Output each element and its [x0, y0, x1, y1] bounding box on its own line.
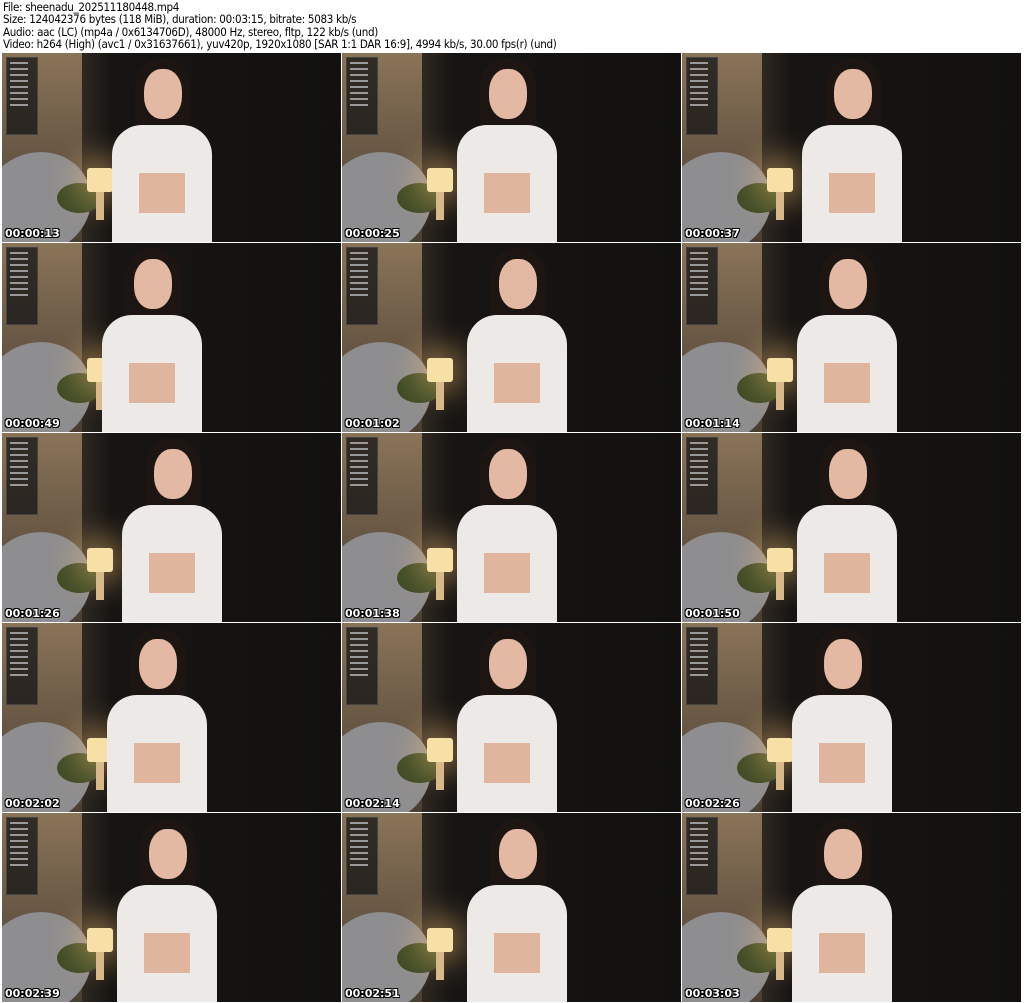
timestamp: 00:02:14 — [345, 797, 400, 810]
video-thumbnail[interactable]: 00:02:51 — [342, 813, 681, 1002]
video-thumbnail[interactable]: 00:00:49 — [2, 243, 341, 432]
video-thumbnail[interactable]: 00:01:26 — [2, 433, 341, 622]
overlay-panel — [346, 247, 378, 325]
overlay-panel — [346, 437, 378, 515]
video-thumbnail[interactable]: 00:00:25 — [342, 53, 681, 242]
lamp-base — [436, 952, 444, 980]
person — [102, 813, 232, 1002]
video-thumbnail[interactable]: 00:01:14 — [682, 243, 1021, 432]
person — [782, 243, 912, 432]
video-thumbnail[interactable]: 00:01:50 — [682, 433, 1021, 622]
overlay-panel — [686, 817, 718, 895]
timestamp: 00:00:13 — [5, 227, 60, 240]
overlay-panel — [6, 817, 38, 895]
video-info: Video: h264 (High) (avc1 / 0x31637661), … — [3, 37, 557, 52]
overlay-panel — [346, 627, 378, 705]
overlay-panel — [686, 57, 718, 135]
thumbnail-grid: 00:00:13 00:00:25 00:00:37 00:00:49 00:0… — [2, 53, 1021, 1002]
timestamp: 00:01:38 — [345, 607, 400, 620]
video-thumbnail[interactable]: 00:03:03 — [682, 813, 1021, 1002]
overlay-panel — [6, 57, 38, 135]
person — [92, 623, 222, 812]
timestamp: 00:01:02 — [345, 417, 400, 430]
lamp-base — [436, 382, 444, 410]
video-thumbnail[interactable]: 00:02:39 — [2, 813, 341, 1002]
file-size: Size: 124042376 bytes (118 MiB), duratio… — [3, 12, 357, 27]
person — [97, 53, 227, 242]
timestamp: 00:01:50 — [685, 607, 740, 620]
timestamp: 00:00:49 — [5, 417, 60, 430]
person — [87, 243, 217, 432]
person — [107, 433, 237, 622]
overlay-panel — [6, 627, 38, 705]
video-thumbnail[interactable]: 00:02:14 — [342, 623, 681, 812]
lamp — [427, 358, 453, 382]
timestamp: 00:00:25 — [345, 227, 400, 240]
person — [442, 623, 572, 812]
person — [782, 433, 912, 622]
video-thumbnail[interactable]: 00:00:13 — [2, 53, 341, 242]
lamp-base — [776, 192, 784, 220]
timestamp: 00:02:02 — [5, 797, 60, 810]
timestamp: 00:02:26 — [685, 797, 740, 810]
video-thumbnail[interactable]: 00:01:38 — [342, 433, 681, 622]
person — [442, 53, 572, 242]
timestamp: 00:01:26 — [5, 607, 60, 620]
person — [777, 813, 907, 1002]
person — [442, 433, 572, 622]
overlay-panel — [686, 247, 718, 325]
overlay-panel — [6, 247, 38, 325]
overlay-panel — [686, 627, 718, 705]
person — [787, 53, 917, 242]
overlay-panel — [346, 817, 378, 895]
video-thumbnail[interactable]: 00:01:02 — [342, 243, 681, 432]
lamp-base — [96, 572, 104, 600]
file-info: File: sheenadu_202511180448.mp4 Size: 12… — [3, 1, 557, 51]
person — [452, 813, 582, 1002]
video-thumbnail[interactable]: 00:00:37 — [682, 53, 1021, 242]
timestamp: 00:00:37 — [685, 227, 740, 240]
video-thumbnail[interactable]: 00:02:26 — [682, 623, 1021, 812]
timestamp: 00:02:51 — [345, 987, 400, 1000]
timestamp: 00:01:14 — [685, 417, 740, 430]
video-thumbnail[interactable]: 00:02:02 — [2, 623, 341, 812]
timestamp: 00:02:39 — [5, 987, 60, 1000]
person — [777, 623, 907, 812]
person — [452, 243, 582, 432]
overlay-panel — [686, 437, 718, 515]
timestamp: 00:03:03 — [685, 987, 740, 1000]
overlay-panel — [6, 437, 38, 515]
overlay-panel — [346, 57, 378, 135]
lamp — [427, 928, 453, 952]
